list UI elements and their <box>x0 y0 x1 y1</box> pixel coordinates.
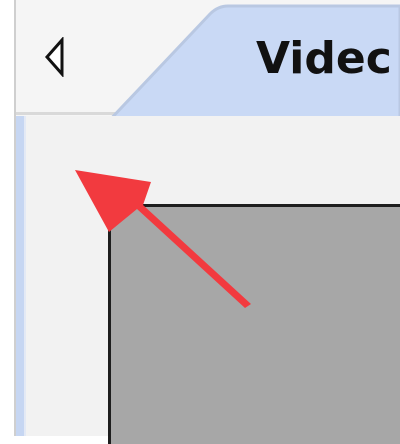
triangle-left-icon <box>44 37 64 77</box>
content-panel-accent-inner <box>24 116 26 436</box>
tab-scroll-left-button[interactable] <box>30 30 80 84</box>
video-preview[interactable] <box>108 204 400 444</box>
tab-video-label[interactable]: Videc <box>256 28 392 90</box>
content-panel-accent <box>16 116 24 436</box>
window-left-margin <box>0 0 14 436</box>
